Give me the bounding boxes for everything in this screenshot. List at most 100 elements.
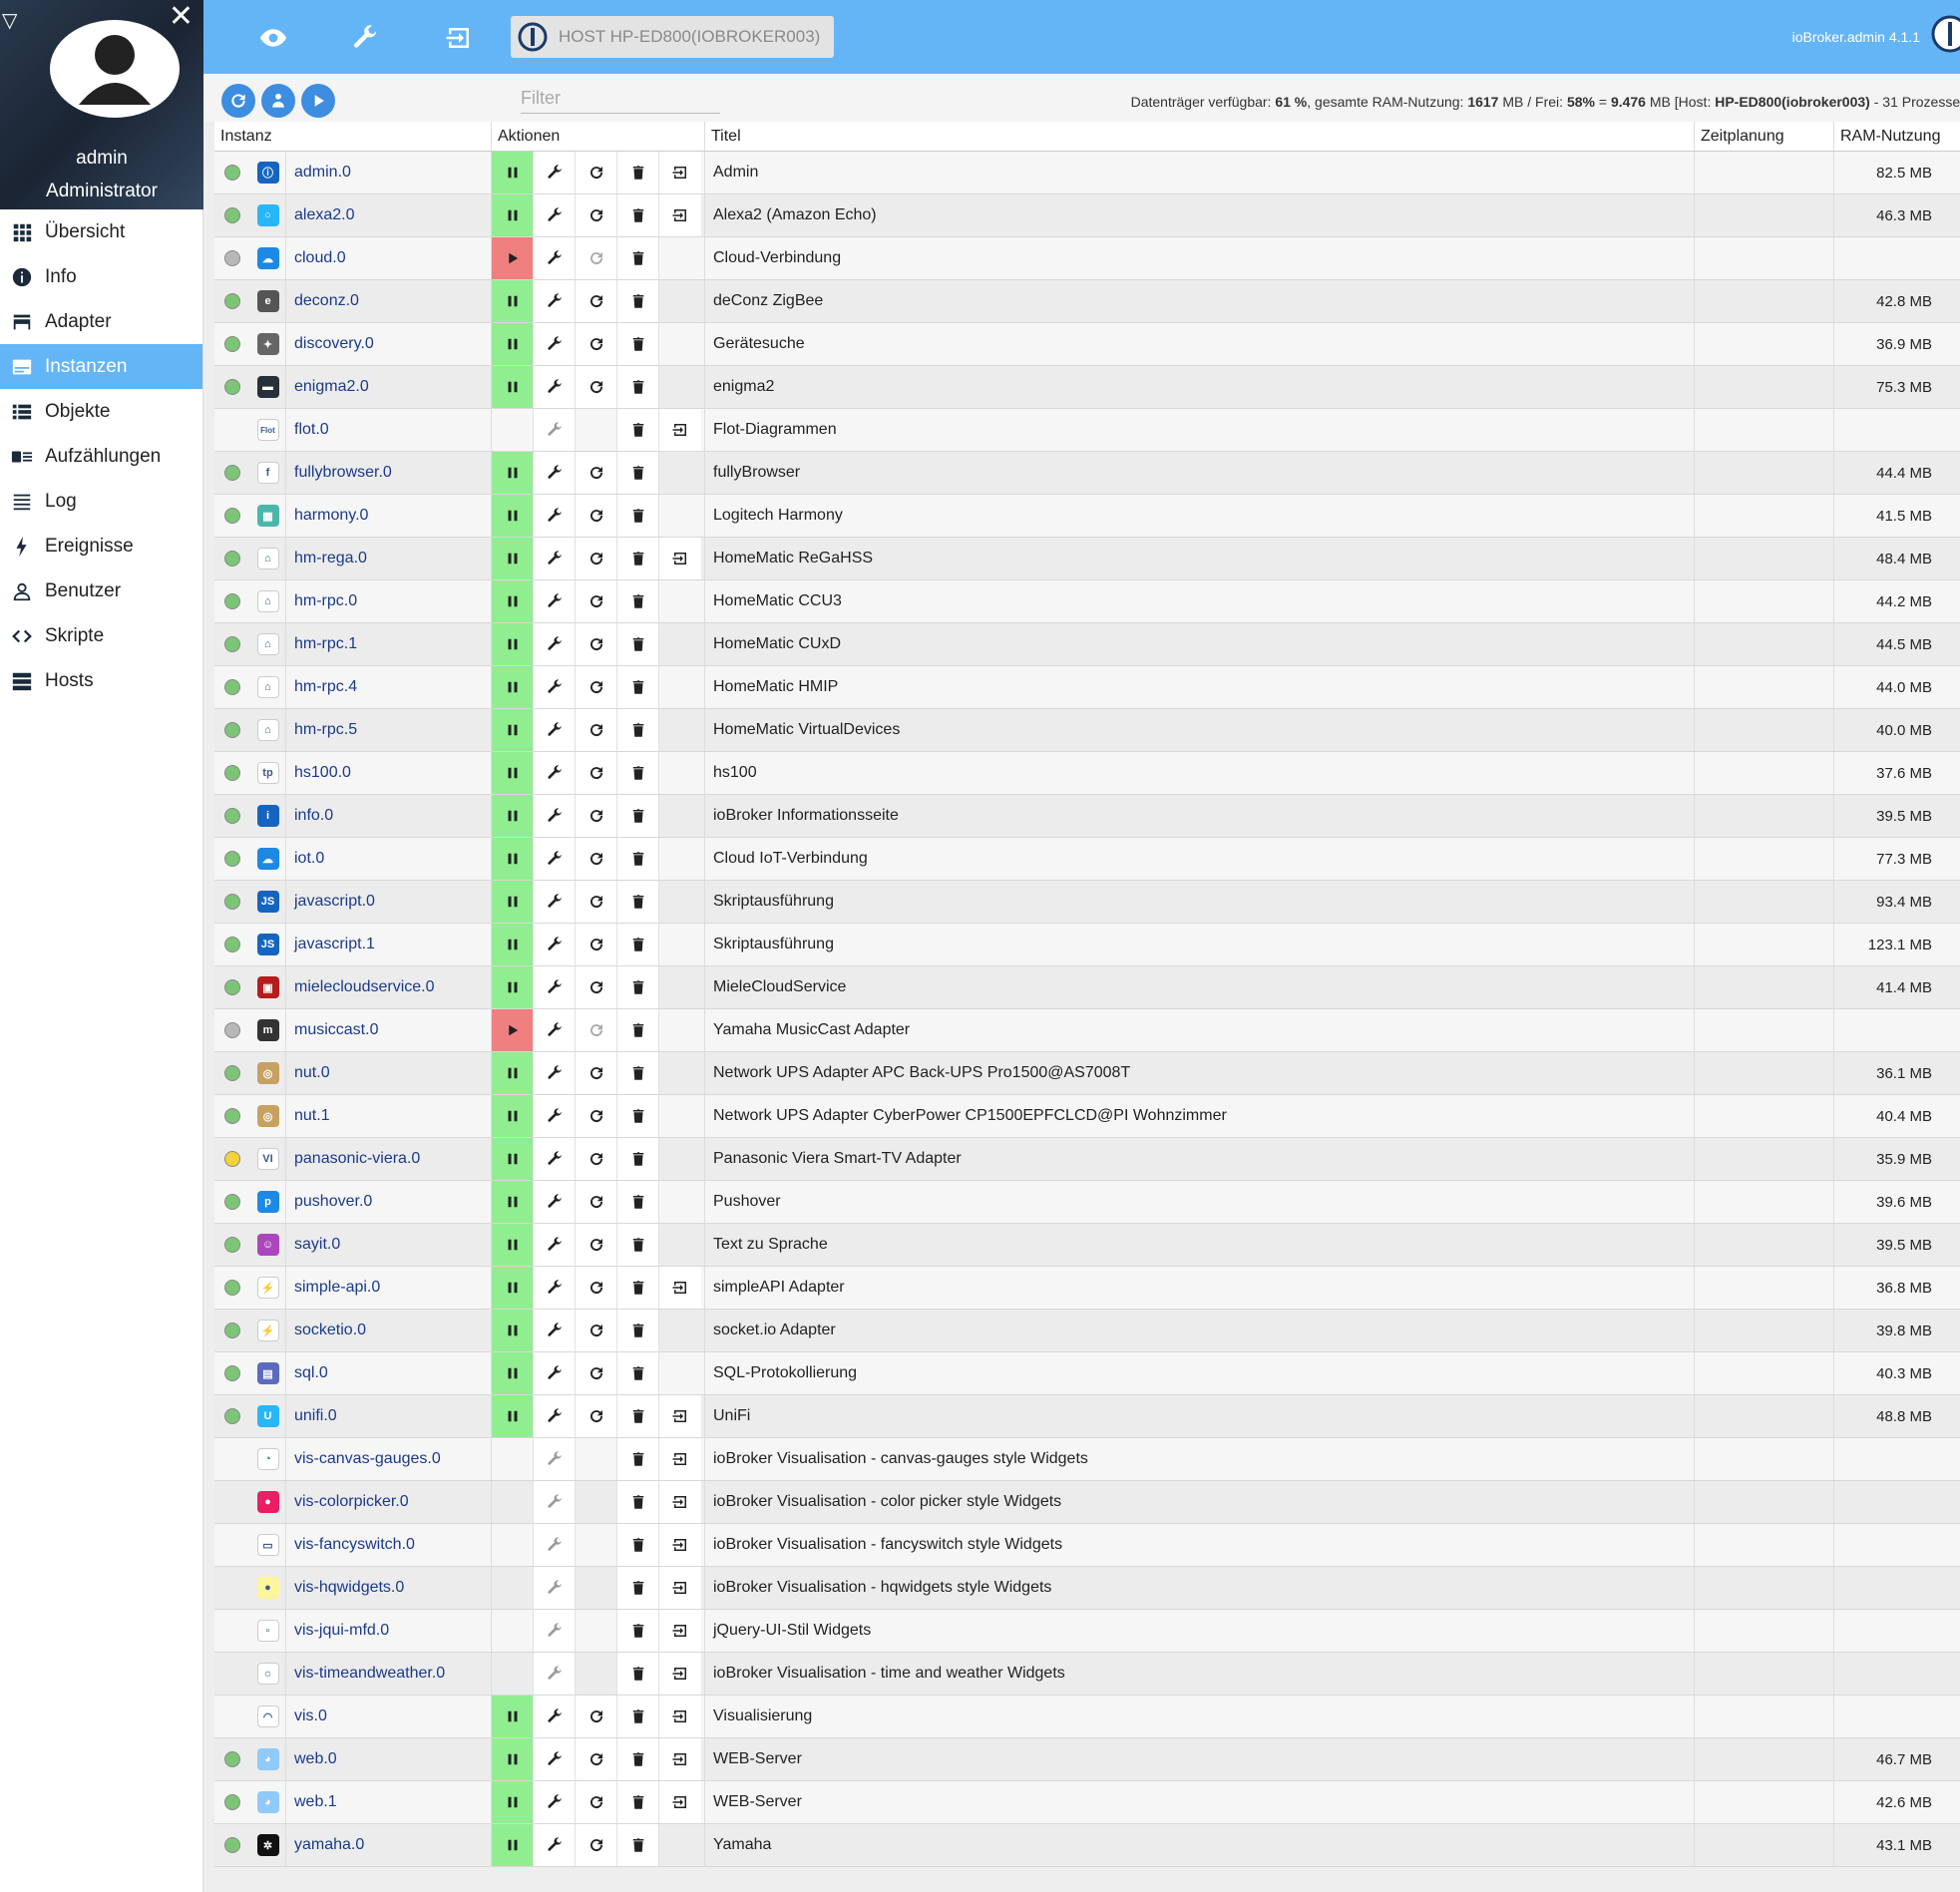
settings-wrench-icon[interactable] — [534, 495, 576, 537]
restart-icon[interactable] — [576, 1224, 617, 1266]
settings-wrench-icon[interactable] — [534, 280, 576, 322]
play-button[interactable] — [492, 1009, 534, 1051]
restart-icon[interactable] — [576, 452, 617, 494]
close-icon[interactable]: ✕ — [169, 2, 194, 32]
open-link-icon[interactable] — [659, 1653, 701, 1695]
pause-button[interactable] — [492, 881, 534, 923]
settings-wrench-icon[interactable] — [534, 1524, 576, 1566]
restart-icon[interactable] — [576, 580, 617, 622]
expert-mode-button[interactable] — [261, 84, 295, 118]
settings-wrench-icon[interactable] — [534, 1438, 576, 1480]
delete-icon[interactable] — [617, 1138, 659, 1180]
delete-icon[interactable] — [617, 1738, 659, 1780]
pause-button[interactable] — [492, 1352, 534, 1394]
delete-icon[interactable] — [617, 1310, 659, 1351]
restart-icon[interactable] — [576, 1267, 617, 1309]
delete-icon[interactable] — [617, 623, 659, 665]
restart-icon[interactable] — [576, 1824, 617, 1866]
restart-icon[interactable] — [576, 795, 617, 837]
settings-wrench-icon[interactable] — [534, 1138, 576, 1180]
settings-wrench-icon[interactable] — [534, 1653, 576, 1695]
delete-icon[interactable] — [617, 924, 659, 965]
pause-button[interactable] — [492, 1224, 534, 1266]
settings-wrench-icon[interactable] — [534, 1781, 576, 1823]
restart-icon[interactable] — [576, 280, 617, 322]
restart-icon[interactable] — [576, 709, 617, 751]
delete-icon[interactable] — [617, 580, 659, 622]
delete-icon[interactable] — [617, 1395, 659, 1437]
delete-icon[interactable] — [617, 1224, 659, 1266]
pause-button[interactable] — [492, 1738, 534, 1780]
open-link-icon[interactable] — [659, 409, 701, 451]
settings-wrench-icon[interactable] — [534, 1696, 576, 1737]
restart-icon[interactable] — [576, 1738, 617, 1780]
restart-icon[interactable] — [576, 1310, 617, 1351]
settings-wrench-icon[interactable] — [534, 1824, 576, 1866]
settings-wrench-icon[interactable] — [534, 1267, 576, 1309]
delete-icon[interactable] — [617, 366, 659, 408]
header-title[interactable]: Titel — [705, 122, 1695, 151]
pause-button[interactable] — [492, 366, 534, 408]
sidebar-item-list[interactable]: Objekte — [0, 389, 202, 434]
restart-icon[interactable] — [576, 366, 617, 408]
restart-icon[interactable] — [576, 1181, 617, 1223]
pause-button[interactable] — [492, 1095, 534, 1137]
restart-icon[interactable] — [576, 752, 617, 794]
restart-icon[interactable] — [576, 1138, 617, 1180]
play-all-button[interactable] — [301, 84, 335, 118]
restart-icon[interactable] — [576, 194, 617, 236]
settings-wrench-icon[interactable] — [534, 1095, 576, 1137]
delete-icon[interactable] — [617, 1352, 659, 1394]
pause-button[interactable] — [492, 924, 534, 965]
delete-icon[interactable] — [617, 152, 659, 193]
delete-icon[interactable] — [617, 237, 659, 279]
delete-icon[interactable] — [617, 280, 659, 322]
delete-icon[interactable] — [617, 752, 659, 794]
open-link-icon[interactable] — [659, 1610, 701, 1652]
sidebar-item-bolt[interactable]: Ereignisse — [0, 524, 202, 568]
restart-icon[interactable] — [576, 1696, 617, 1737]
header-instance[interactable]: Instanz — [214, 122, 492, 151]
settings-wrench-icon[interactable] — [534, 795, 576, 837]
restart-icon[interactable] — [576, 1352, 617, 1394]
settings-wrench-icon[interactable] — [534, 580, 576, 622]
settings-wrench-icon[interactable] — [534, 1352, 576, 1394]
restart-icon[interactable] — [576, 495, 617, 537]
sidebar-item-user[interactable]: Benutzer — [0, 568, 202, 613]
settings-wrench-icon[interactable] — [534, 1738, 576, 1780]
pause-button[interactable] — [492, 280, 534, 322]
pause-button[interactable] — [492, 966, 534, 1008]
wrench-icon[interactable] — [345, 18, 385, 58]
restart-icon[interactable] — [576, 1395, 617, 1437]
settings-wrench-icon[interactable] — [534, 623, 576, 665]
restart-icon[interactable] — [576, 623, 617, 665]
pause-button[interactable] — [492, 1310, 534, 1351]
pause-button[interactable] — [492, 1395, 534, 1437]
pause-button[interactable] — [492, 1696, 534, 1737]
delete-icon[interactable] — [617, 881, 659, 923]
delete-icon[interactable] — [617, 495, 659, 537]
header-schedule[interactable]: Zeitplanung — [1695, 122, 1834, 151]
pause-button[interactable] — [492, 838, 534, 880]
refresh-button[interactable] — [221, 84, 255, 118]
open-link-icon[interactable] — [659, 1781, 701, 1823]
delete-icon[interactable] — [617, 1610, 659, 1652]
settings-wrench-icon[interactable] — [534, 1567, 576, 1609]
open-link-icon[interactable] — [659, 1567, 701, 1609]
delete-icon[interactable] — [617, 1524, 659, 1566]
open-link-icon[interactable] — [659, 1438, 701, 1480]
delete-icon[interactable] — [617, 452, 659, 494]
delete-icon[interactable] — [617, 409, 659, 451]
delete-icon[interactable] — [617, 1781, 659, 1823]
settings-wrench-icon[interactable] — [534, 152, 576, 193]
delete-icon[interactable] — [617, 966, 659, 1008]
pause-button[interactable] — [492, 1052, 534, 1094]
settings-wrench-icon[interactable] — [534, 1009, 576, 1051]
header-ram[interactable]: RAM-Nutzung — [1834, 122, 1958, 151]
open-link-icon[interactable] — [659, 1481, 701, 1523]
restart-icon[interactable] — [576, 966, 617, 1008]
restart-icon[interactable] — [576, 152, 617, 193]
sidebar-item-grid[interactable]: Übersicht — [0, 209, 202, 254]
settings-wrench-icon[interactable] — [534, 1481, 576, 1523]
sidebar-item-hosts[interactable]: Hosts — [0, 658, 202, 703]
